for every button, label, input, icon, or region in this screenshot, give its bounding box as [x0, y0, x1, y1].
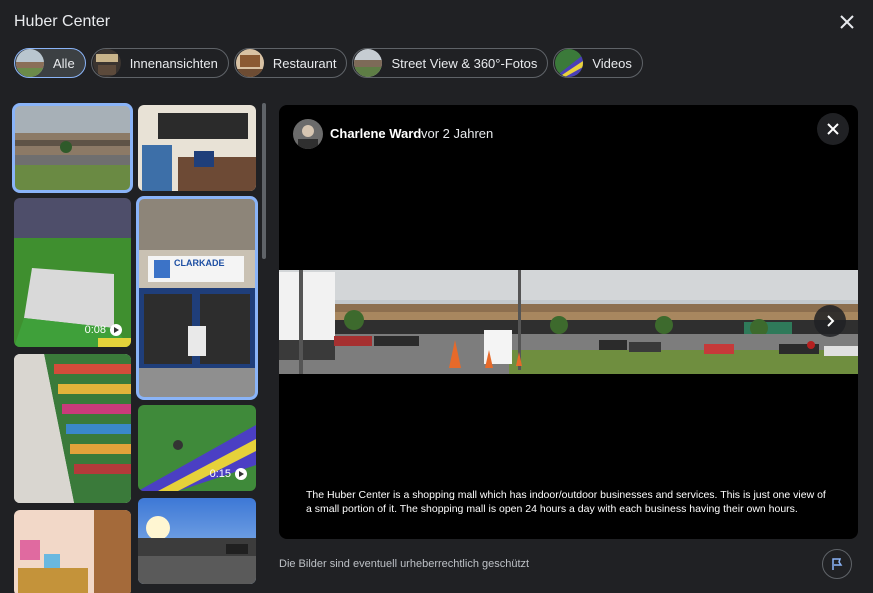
photo-thumbnail-restaurant-interior[interactable]: [138, 105, 256, 191]
main-photo[interactable]: [279, 270, 858, 374]
close-panel-button[interactable]: [835, 10, 859, 34]
chip-street-view-thumbnail: [354, 49, 383, 77]
close-viewer-button[interactable]: [817, 113, 849, 145]
meta-separator: ·: [412, 125, 417, 140]
close-icon: [840, 15, 854, 29]
play-icon: [235, 468, 247, 480]
photo-thumbnail-mall-exterior[interactable]: [12, 103, 133, 193]
video-duration-badge: 0:15: [210, 468, 247, 480]
chip-label: Innenansichten: [129, 55, 218, 71]
photo-caption: The Huber Center is a shopping mall whic…: [306, 489, 826, 515]
chip-label: Videos: [592, 55, 632, 71]
chip-restaurant[interactable]: Restaurant: [233, 48, 348, 78]
chip-videos-thumbnail: [555, 49, 584, 77]
next-photo-button[interactable]: [814, 305, 846, 337]
close-icon: [827, 123, 839, 135]
copyright-notice: Die Bilder sind eventuell urheberrechtli…: [279, 558, 530, 570]
video-thumbnail-slide[interactable]: 0:15: [138, 405, 256, 491]
chip-label: Street View & 360°-Fotos: [391, 55, 538, 71]
storefront-sign: CLARKADE: [174, 258, 225, 268]
flag-icon: [832, 558, 843, 570]
photo-thumbnail-gift-shop[interactable]: [14, 510, 131, 593]
video-duration: 0:08: [84, 324, 106, 336]
photo-thumbnail-store-aisle[interactable]: [14, 354, 131, 503]
grid-scrollbar[interactable]: [262, 103, 266, 259]
photo-thumbnail-storefront[interactable]: CLARKADE: [136, 196, 258, 400]
photo-grid: 0:08 CLARKADE 0:15: [12, 103, 258, 593]
category-chips: Alle Innenansichten Restaurant Street Vi…: [14, 48, 643, 78]
play-icon: [110, 324, 122, 336]
photo-viewer: Charlene Ward · vor 2 Jahren The Huber C…: [279, 105, 858, 539]
video-duration-badge: 0:08: [85, 324, 122, 336]
video-thumbnail-trampoline[interactable]: 0:08: [14, 198, 131, 347]
author-name[interactable]: Charlene Ward: [330, 126, 421, 141]
chip-restaurant-thumbnail: [235, 49, 264, 77]
chip-interior-thumbnail: [92, 49, 121, 77]
report-button[interactable]: [822, 549, 852, 579]
panel-title: Huber Center: [14, 13, 111, 30]
chip-street-view[interactable]: Street View & 360°-Fotos: [352, 48, 549, 78]
chevron-right-icon: [827, 315, 835, 327]
chip-label: Alle: [53, 55, 75, 71]
chip-interior[interactable]: Innenansichten: [90, 48, 229, 78]
post-time: vor 2 Jahren: [421, 126, 494, 141]
photo-thumbnail-parking-sunset[interactable]: [138, 498, 256, 584]
chip-label: Restaurant: [272, 55, 337, 71]
chip-all[interactable]: Alle: [14, 48, 86, 78]
video-duration: 0:15: [209, 468, 231, 480]
chip-all-thumbnail: [16, 49, 44, 77]
author-avatar[interactable]: [293, 119, 323, 149]
chip-videos[interactable]: Videos: [553, 48, 643, 78]
